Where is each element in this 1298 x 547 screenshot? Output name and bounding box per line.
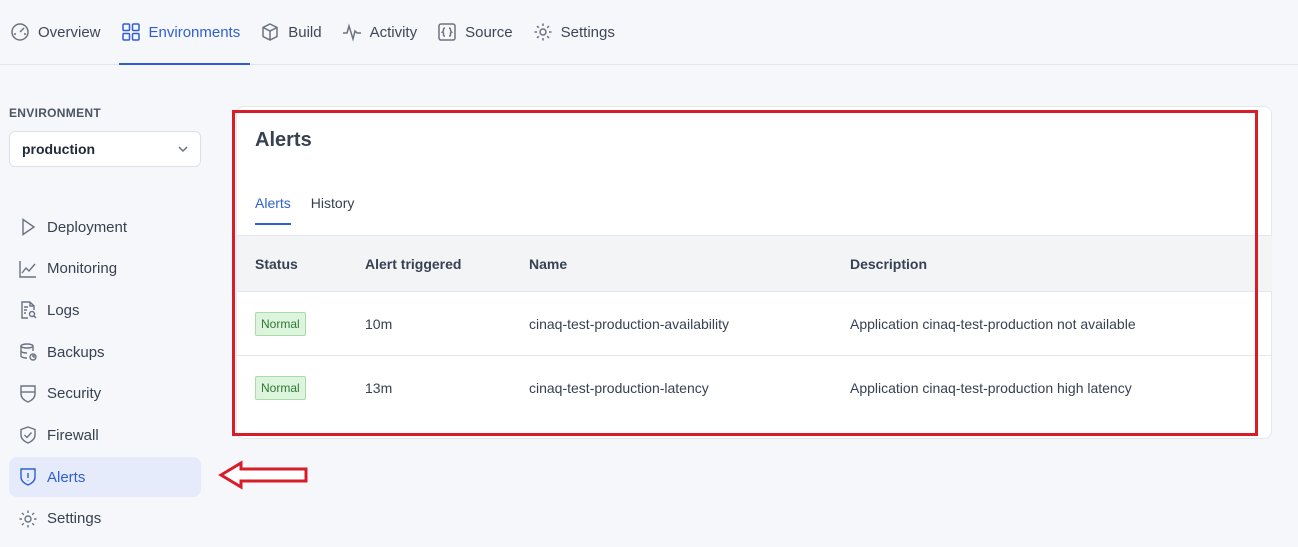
column-header-status[interactable]: Status <box>237 256 365 272</box>
alert-description-cell: Application cinaq-test-production not av… <box>850 315 1136 332</box>
tab-environments-label: Environments <box>148 23 241 41</box>
sidebar-item-label: Backups <box>47 343 105 361</box>
alert-triggered-cell: 10m <box>365 315 393 332</box>
document-search-icon <box>21 301 37 320</box>
tab-build[interactable]: Build <box>258 0 331 64</box>
sidebar-nav: Deployment Monitoring Logs Backups Secur… <box>9 207 201 541</box>
alerts-card: Alerts Alerts History Status Alert trigg… <box>236 106 1272 439</box>
gear-icon <box>19 510 37 528</box>
alert-triggered-cell: 13m <box>365 380 393 396</box>
tab-alerts[interactable]: Alerts <box>255 195 291 225</box>
shield-alert-icon <box>20 468 36 486</box>
tab-activity[interactable]: Activity <box>340 0 428 64</box>
column-header-description[interactable]: Description <box>850 256 1272 272</box>
status-cell: Normal <box>237 376 365 400</box>
box-icon <box>262 23 278 41</box>
sidebar-item-label: Monitoring <box>47 260 118 278</box>
sidebar-item-label: Security <box>47 385 102 403</box>
chart-line-icon <box>19 260 36 278</box>
table-row[interactable]: Normal 10m cinaq-test-production-availab… <box>237 292 1272 356</box>
sidebar-item-label: Settings <box>47 510 102 528</box>
grid-icon <box>121 23 140 41</box>
alert-description-cell: Application cinaq-test-production high l… <box>850 380 1132 396</box>
alerts-table: Status Alert triggered Name Description … <box>237 235 1272 420</box>
alerts-tabs: Alerts History <box>255 195 354 225</box>
column-header-name[interactable]: Name <box>529 256 850 272</box>
gear-icon <box>534 23 552 41</box>
status-cell: Normal <box>237 311 365 336</box>
column-header-alert-triggered[interactable]: Alert triggered <box>365 256 529 272</box>
tab-overview[interactable]: Overview <box>8 0 111 64</box>
sidebar-item-backups[interactable]: Backups <box>9 332 201 372</box>
database-icon <box>20 343 37 361</box>
tab-source-label: Source <box>465 23 513 41</box>
shield-check-icon <box>20 426 36 445</box>
environment-select[interactable]: production <box>9 131 201 167</box>
environment-select-value: production <box>22 141 96 157</box>
tab-environments[interactable]: Environments <box>118 0 251 65</box>
alert-name-cell: cinaq-test-production-availability <box>529 315 729 332</box>
tab-settings[interactable]: Settings <box>531 0 625 64</box>
tab-settings-label: Settings <box>560 23 615 41</box>
tab-build-label: Build <box>288 23 322 41</box>
sidebar-item-deployment[interactable]: Deployment <box>9 207 201 247</box>
environment-label: ENVIRONMENT <box>9 106 101 120</box>
chevron-down-icon <box>178 146 188 153</box>
sidebar-item-alerts[interactable]: Alerts <box>9 457 201 498</box>
sidebar-item-monitoring[interactable]: Monitoring <box>9 249 201 289</box>
alert-name-cell: cinaq-test-production-latency <box>529 380 709 396</box>
status-badge: Normal <box>255 376 306 400</box>
top-nav: Overview Environments Build Activity Sou… <box>0 0 1298 65</box>
page-title: Alerts <box>255 129 312 151</box>
play-icon <box>22 218 36 236</box>
tab-history[interactable]: History <box>311 195 355 225</box>
sidebar-item-security[interactable]: Security <box>9 374 201 414</box>
gauge-icon <box>11 23 29 41</box>
tab-activity-label: Activity <box>369 23 418 41</box>
sidebar-item-label: Deployment <box>47 218 128 236</box>
sidebar-item-label: Logs <box>47 301 80 319</box>
shield-icon <box>20 385 36 403</box>
tab-overview-label: Overview <box>38 23 101 41</box>
sidebar-item-label: Alerts <box>47 468 86 486</box>
code-braces-icon <box>438 23 456 41</box>
table-row[interactable]: Normal 13m cinaq-test-production-latency… <box>237 356 1272 420</box>
activity-icon <box>342 23 361 42</box>
tab-source[interactable]: Source <box>435 0 523 64</box>
sidebar-item-settings[interactable]: Settings <box>9 499 201 539</box>
annotation-arrow-icon <box>218 460 308 490</box>
table-header: Status Alert triggered Name Description <box>237 235 1272 292</box>
sidebar-item-logs[interactable]: Logs <box>9 290 201 330</box>
status-badge: Normal <box>255 311 306 336</box>
sidebar-item-firewall[interactable]: Firewall <box>9 415 201 455</box>
sidebar-item-label: Firewall <box>47 426 99 444</box>
